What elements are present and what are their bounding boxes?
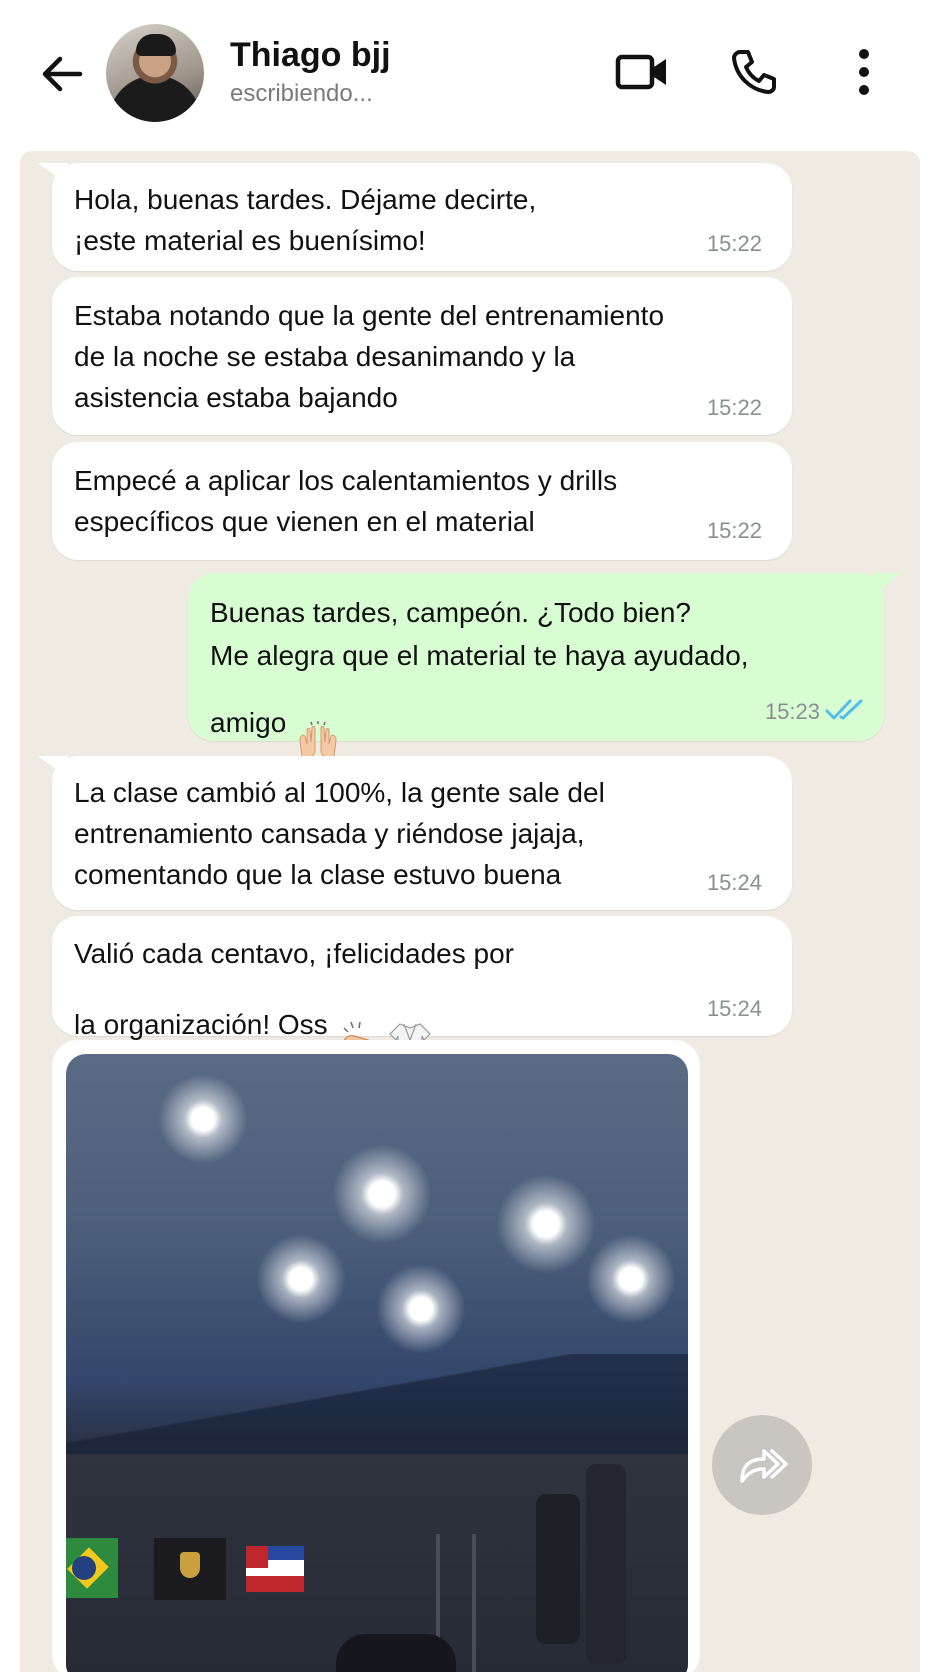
flag: [246, 1546, 304, 1592]
message-text: Estaba notando que la gente del entrenam…: [74, 300, 665, 413]
ceiling-light: [496, 1174, 596, 1274]
forward-button[interactable]: [712, 1415, 812, 1515]
brazil-flag: [66, 1538, 118, 1598]
incoming-message[interactable]: Empecé a aplicar los calentamientos y dr…: [52, 442, 792, 560]
more-options-icon[interactable]: [832, 40, 896, 104]
back-arrow-icon[interactable]: [36, 48, 88, 100]
gym-photo[interactable]: [66, 1054, 688, 1672]
ceiling-light: [586, 1234, 676, 1324]
incoming-message[interactable]: Hola, buenas tardes. Déjame decirte, ¡es…: [52, 163, 792, 271]
message-time: 15:23: [764, 699, 820, 724]
message-text: Buenas tardes, campeón. ¿Todo bien? Me a…: [210, 591, 749, 772]
message-time: 15:22: [706, 231, 762, 256]
forward-icon: [740, 1449, 788, 1483]
outgoing-message[interactable]: Buenas tardes, campeón. ¿Todo bien? Me a…: [188, 573, 884, 759]
punching-bag: [586, 1464, 626, 1664]
ceiling-light: [376, 1264, 466, 1354]
contact-avatar[interactable]: [106, 24, 204, 122]
team-flag: [154, 1538, 226, 1600]
message-time: 15:22: [706, 395, 762, 420]
ceiling-light: [332, 1144, 432, 1244]
message-time: 15:22: [706, 518, 762, 543]
contact-name[interactable]: Thiago bjj: [230, 36, 391, 75]
message-text: Hola, buenas tardes. Déjame decirte, ¡es…: [74, 184, 537, 256]
punching-bag: [536, 1494, 580, 1644]
message-text-content: Buenas tardes, campeón. ¿Todo bien? Me a…: [210, 597, 749, 738]
video-call-icon[interactable]: [610, 40, 674, 104]
message-text: La clase cambió al 100%, la gente sale d…: [74, 777, 605, 890]
people: [336, 1634, 456, 1672]
message-text-content: Valió cada centavo, ¡felicidades por la …: [74, 938, 514, 1040]
ceiling-light: [256, 1234, 346, 1324]
message-time: 15:24: [706, 996, 762, 1021]
chat-header: Thiago bjj escribiendo...: [0, 0, 941, 148]
message-text: Empecé a aplicar los calentamientos y dr…: [74, 465, 618, 537]
typing-status: escribiendo...: [230, 80, 373, 107]
read-receipt-icon: [824, 697, 866, 728]
incoming-message[interactable]: Estaba notando que la gente del entrenam…: [52, 277, 792, 435]
phone-icon[interactable]: [722, 40, 786, 104]
message-time: 15:24: [706, 870, 762, 895]
incoming-message[interactable]: La clase cambió al 100%, la gente sale d…: [52, 756, 792, 910]
incoming-message[interactable]: Valió cada centavo, ¡felicidades por la …: [52, 916, 792, 1063]
ceiling-light: [158, 1074, 248, 1164]
ceiling-edge: [66, 1354, 688, 1464]
